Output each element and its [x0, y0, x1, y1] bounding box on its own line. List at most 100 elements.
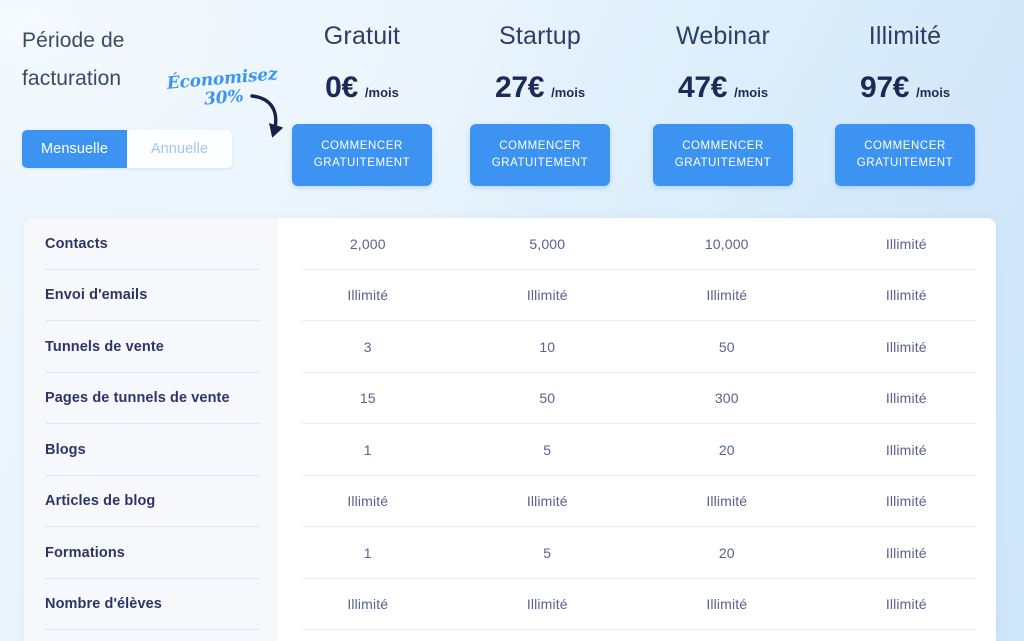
feature-value-cell: Illimité: [706, 287, 748, 304]
feature-values: 1 5 20 Illimité: [278, 424, 996, 476]
row-divider: [302, 474, 976, 476]
feature-label: Pages de tunnels de vente: [45, 390, 230, 407]
feature-values: Illimité Illimité Illimité Illimité: [278, 270, 996, 322]
start-free-button[interactable]: COMMENCER GRATUITEMENT: [470, 124, 610, 186]
row-divider: [45, 268, 260, 270]
feature-value-cell: 3: [363, 338, 372, 355]
billing-period-title: Période de facturation: [22, 29, 125, 90]
cta-line-2: GRATUITEMENT: [313, 157, 411, 169]
feature-rows: Contacts 2,000 5,000 10,000 Illimité Envoi d'…: [24, 218, 996, 630]
feature-value-cell: Illimité: [347, 287, 389, 304]
toggle-option-annual[interactable]: Annuelle: [127, 130, 232, 168]
cta-line-1: COMMENCER: [864, 140, 946, 152]
plan-column-webinar: Webinar 47€ /mois COMMENCER GRATUITEMENT: [632, 0, 814, 186]
feature-value-cell: 15: [359, 390, 376, 407]
feature-value-cell: 20: [718, 441, 735, 458]
row-divider: [302, 577, 976, 579]
feature-value-cell: 10,000: [704, 235, 749, 252]
feature-values: 3 10 50 Illimité: [278, 321, 996, 373]
row-divider: [45, 526, 260, 527]
feature-value-cell: 5: [543, 441, 552, 458]
cta-line-1: COMMENCER: [321, 140, 403, 152]
feature-values: 1 5 20 Illimité: [278, 527, 996, 579]
row-divider: [302, 371, 976, 373]
feature-value-cell: Illimité: [526, 596, 568, 613]
pricing-header: Période de facturation Économisez 30% Mens…: [0, 0, 1024, 218]
table-row: Articles de blog Illimité Illimité Illimité…: [24, 476, 996, 527]
row-divider: [45, 371, 260, 373]
plan-name: Gratuit: [323, 22, 401, 50]
feature-value-cell: 5,000: [529, 235, 566, 252]
feature-value-cell: Illimité: [885, 235, 927, 252]
plan-period: /mois: [916, 85, 951, 100]
feature-value-cell: Illimité: [885, 338, 927, 355]
feature-values: Illimité Illimité Illimité Illimité: [278, 579, 996, 631]
plan-price-row: 97€ /mois: [814, 71, 996, 105]
row-divider: [45, 320, 260, 321]
table-row: Pages de tunnels de vente 15 50 300 Illimité: [24, 373, 996, 425]
start-free-button[interactable]: COMMENCER GRATUITEMENT: [653, 124, 793, 186]
feature-value-cell: Illimité: [706, 596, 748, 613]
row-divider: [45, 423, 260, 424]
plan-column-illimite: Illimité 97€ /mois COMMENCER GRATUITEMEN…: [814, 0, 996, 186]
feature-label: Envoi d'emails: [45, 287, 148, 304]
row-divider: [302, 526, 976, 527]
row-divider: [302, 320, 976, 321]
row-divider: [302, 423, 976, 424]
plan-price-row: 47€ /mois: [632, 71, 814, 105]
toggle-option-monthly[interactable]: Mensuelle: [22, 130, 127, 168]
cta-line-2: GRATUITEMENT: [674, 157, 772, 169]
feature-value-cell: Illimité: [885, 544, 927, 561]
table-row: Contacts 2,000 5,000 10,000 Illimité: [24, 218, 996, 270]
plan-price: 27€: [494, 71, 545, 104]
table-row: Tunnels de vente 3 10 50 Illimité: [24, 321, 996, 373]
feature-value-cell: 5: [543, 544, 552, 561]
plan-price-row: 27€ /mois: [449, 71, 631, 105]
feature-value-cell: Illimité: [706, 493, 748, 510]
feature-comparison-table: Contacts 2,000 5,000 10,000 Illimité Envoi d'…: [24, 218, 996, 641]
plan-name: Illimité: [868, 22, 942, 50]
plan-price-row: 0€ /mois: [271, 71, 453, 105]
feature-label: Tunnels de vente: [45, 338, 164, 355]
feature-value-cell: Illimité: [885, 390, 927, 407]
cta-line-1: COMMENCER: [499, 140, 581, 152]
feature-label: Contacts: [45, 235, 108, 252]
table-row: Formations 1 5 20 Illimité: [24, 527, 996, 579]
feature-value-cell: 2,000: [349, 235, 386, 252]
cta-line-2: GRATUITEMENT: [856, 157, 954, 169]
start-free-button[interactable]: COMMENCER GRATUITEMENT: [292, 124, 432, 186]
row-divider: [45, 577, 260, 579]
feature-label: Articles de blog: [45, 493, 156, 510]
table-row: Envoi d'emails Illimité Illimité Illimité Il…: [24, 270, 996, 322]
plan-period: /mois: [734, 85, 769, 100]
row-divider: [302, 629, 976, 630]
feature-value-cell: 300: [714, 390, 739, 407]
table-row: Blogs 1 5 20 Illimité: [24, 424, 996, 476]
cta-line-2: GRATUITEMENT: [491, 157, 589, 169]
feature-value-cell: Illimité: [885, 287, 927, 304]
plan-period: /mois: [364, 85, 399, 100]
feature-label: Formations: [45, 544, 125, 561]
row-divider: [45, 629, 260, 630]
cta-line-1: COMMENCER: [682, 140, 764, 152]
feature-value-cell: 10: [539, 338, 556, 355]
feature-value-cell: 50: [539, 390, 556, 407]
plan-name: Startup: [498, 22, 581, 50]
feature-label: Nombre d'élèves: [45, 596, 162, 613]
plan-price: 47€: [677, 71, 728, 104]
feature-values: 15 50 300 Illimité: [278, 373, 996, 425]
start-free-button[interactable]: COMMENCER GRATUITEMENT: [835, 124, 975, 186]
table-row: Nombre d'élèves Illimité Illimité Illimité I…: [24, 579, 996, 631]
feature-values: 2,000 5,000 10,000 Illimité: [278, 218, 996, 270]
row-divider: [45, 474, 260, 476]
feature-value-cell: Illimité: [526, 493, 568, 510]
billing-period-toggle[interactable]: Mensuelle Annuelle: [22, 130, 232, 168]
feature-value-cell: 50: [718, 338, 735, 355]
plan-name: Webinar: [675, 22, 771, 50]
pricing-page: Période de facturation Économisez 30% Mens…: [0, 0, 1024, 641]
feature-value-cell: Illimité: [347, 493, 389, 510]
feature-value-cell: Illimité: [885, 441, 927, 458]
plan-price: 97€: [859, 71, 910, 104]
feature-value-cell: Illimité: [885, 493, 927, 510]
plan-column-startup: Startup 27€ /mois COMMENCER GRATUITEMENT: [449, 0, 631, 186]
